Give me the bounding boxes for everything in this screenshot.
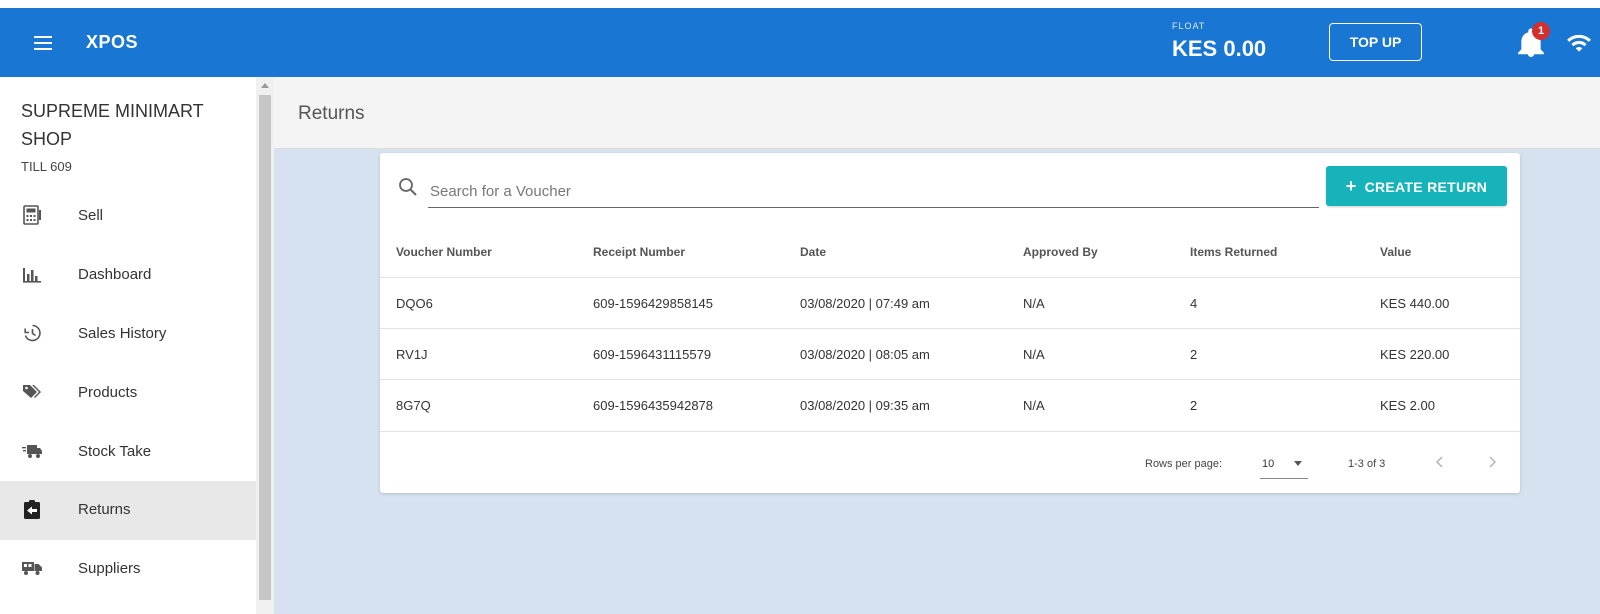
table-row[interactable]: RV1J 609-1596431115579 03/08/2020 | 08:0… (380, 328, 1520, 380)
bar-chart-icon (23, 268, 41, 283)
page-title: Returns (298, 103, 365, 124)
register-icon (23, 205, 41, 225)
sidebar: SUPREME MINIMART SHOP TILL 609 Sell Dash… (0, 77, 257, 614)
top-up-button[interactable]: TOP UP (1329, 23, 1422, 61)
scrollbar-thumb[interactable] (259, 95, 271, 600)
table-pagination: Rows per page: 10 1-3 of 3 (380, 431, 1520, 494)
truck-icon (22, 445, 42, 458)
column-header-items-returned[interactable]: Items Returned (1190, 245, 1277, 259)
rows-per-page-select[interactable]: 10 (1260, 450, 1308, 479)
sidebar-item-suppliers[interactable]: Suppliers (0, 540, 256, 599)
chevron-right-icon[interactable] (1480, 450, 1504, 474)
voucher-number-cell: RV1J (396, 347, 428, 362)
sidebar-item-sell[interactable]: Sell (0, 187, 256, 246)
value-cell: KES 2.00 (1380, 398, 1435, 413)
approved-by-cell: N/A (1023, 296, 1045, 311)
float-balance: KES 0.00 (1172, 36, 1267, 61)
items-returned-cell: 2 (1190, 347, 1198, 362)
voucher-search-input[interactable] (428, 175, 1319, 208)
date-cell: 03/08/2020 | 07:49 am (800, 296, 930, 311)
column-header-date[interactable]: Date (800, 245, 826, 259)
returns-card: + CREATE RETURN Voucher Number Receipt Nu… (380, 153, 1520, 493)
sidebar-item-label: Sell (78, 207, 104, 224)
approved-by-cell: N/A (1023, 347, 1045, 362)
chevron-left-icon[interactable] (1428, 450, 1452, 474)
receipt-number-cell: 609-1596435942878 (593, 398, 714, 413)
sidebar-item-label: Returns (78, 501, 131, 518)
sidebar-item-label: Sales History (78, 325, 167, 342)
app-title: XPOS (86, 32, 139, 52)
receipt-number-cell: 609-1596429858145 (593, 296, 714, 311)
sidebar-item-dashboard[interactable]: Dashboard (0, 246, 256, 305)
voucher-number-cell: 8G7Q (396, 398, 431, 413)
rows-per-page-label: Rows per page: (1145, 458, 1223, 470)
sidebar-item-label: Products (78, 384, 138, 401)
sidebar-item-stock-take[interactable]: Stock Take (0, 423, 256, 482)
value-cell: KES 220.00 (1380, 347, 1450, 362)
supplier-truck-icon (22, 562, 42, 575)
search-icon (399, 178, 417, 196)
items-returned-cell: 4 (1190, 296, 1198, 311)
receipt-number-cell: 609-1596431115579 (593, 347, 712, 362)
date-cell: 03/08/2020 | 08:05 am (800, 347, 930, 362)
history-icon (24, 324, 41, 342)
notification-badge: 1 (1532, 22, 1550, 40)
shop-name: SUPREME MINIMART SHOP (21, 101, 204, 149)
sidebar-item-label: Dashboard (78, 266, 152, 283)
main-content: Returns + CREATE RETURN Voucher Number Re… (274, 77, 1600, 614)
clipboard-return-icon (24, 500, 40, 519)
float-label: FLOAT (1172, 21, 1206, 31)
date-cell: 03/08/2020 | 09:35 am (800, 398, 930, 413)
sidebar-item-products[interactable]: Products (0, 364, 256, 423)
column-header-voucher-number[interactable]: Voucher Number (396, 245, 492, 259)
top-app-bar: XPOS FLOAT KES 0.00 TOP UP 1 (0, 8, 1600, 77)
wifi-icon (1567, 34, 1591, 52)
scroll-up-arrow-icon[interactable] (261, 83, 269, 88)
create-return-button[interactable]: + CREATE RETURN (1326, 166, 1507, 206)
caret-down-icon (1294, 461, 1302, 466)
hamburger-menu-icon[interactable] (26, 30, 60, 56)
approved-by-cell: N/A (1023, 398, 1045, 413)
column-header-receipt-number[interactable]: Receipt Number (593, 245, 685, 259)
items-returned-cell: 2 (1190, 398, 1198, 413)
page-header: Returns (274, 77, 1600, 149)
table-row[interactable]: DQO6 609-1596429858145 03/08/2020 | 07:4… (380, 277, 1520, 329)
till-number: TILL 609 (21, 159, 72, 174)
sidebar-item-returns[interactable]: Returns (0, 481, 256, 540)
sidebar-item-sales-history[interactable]: Sales History (0, 305, 256, 364)
plus-icon: + (1345, 176, 1357, 196)
column-header-value[interactable]: Value (1380, 245, 1411, 259)
sidebar-scrollbar[interactable] (256, 77, 274, 614)
table-row[interactable]: 8G7Q 609-1596435942878 03/08/2020 | 09:3… (380, 379, 1520, 431)
pagination-range: 1-3 of 3 (1348, 458, 1386, 470)
tags-icon (23, 385, 41, 398)
sidebar-item-label: Stock Take (78, 443, 152, 460)
rows-per-page-value: 10 (1262, 458, 1275, 470)
create-return-label: CREATE RETURN (1364, 179, 1488, 195)
voucher-number-cell: DQO6 (396, 296, 433, 311)
column-header-approved-by[interactable]: Approved By (1023, 245, 1098, 259)
value-cell: KES 440.00 (1380, 296, 1450, 311)
sidebar-item-label: Suppliers (78, 560, 141, 577)
